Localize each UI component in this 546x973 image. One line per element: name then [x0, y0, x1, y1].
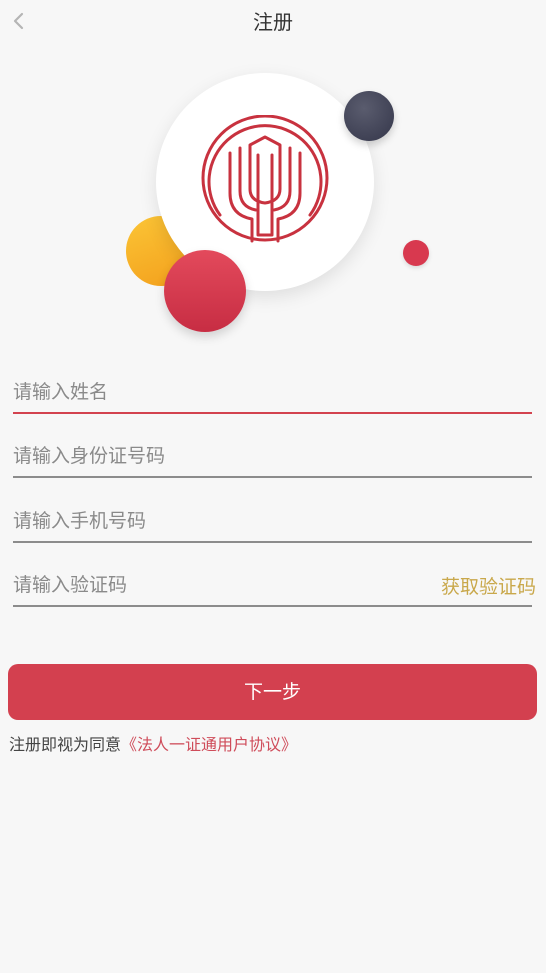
- phone-input[interactable]: [13, 505, 413, 537]
- phone-field: [13, 505, 532, 543]
- name-field: [13, 376, 532, 414]
- agreement-text: 注册即视为同意《法人一证通用户协议》: [9, 734, 297, 756]
- get-code-button[interactable]: 获取验证码: [441, 575, 536, 599]
- id-number-field: [13, 440, 532, 478]
- verification-code-input[interactable]: [13, 569, 413, 601]
- decorative-red-circle-small: [403, 240, 429, 266]
- agreement-prefix: 注册即视为同意: [9, 735, 122, 754]
- name-input[interactable]: [13, 376, 413, 408]
- next-step-button[interactable]: 下一步: [8, 664, 537, 720]
- hero-illustration: [0, 0, 546, 345]
- tulip-shield-logo: [201, 115, 329, 243]
- verification-code-field: 获取验证码: [13, 569, 536, 607]
- decorative-navy-circle: [344, 91, 394, 141]
- agreement-link[interactable]: 《法人一证通用户协议》: [121, 735, 297, 754]
- id-number-input[interactable]: [13, 440, 413, 472]
- decorative-red-circle-large: [164, 250, 246, 332]
